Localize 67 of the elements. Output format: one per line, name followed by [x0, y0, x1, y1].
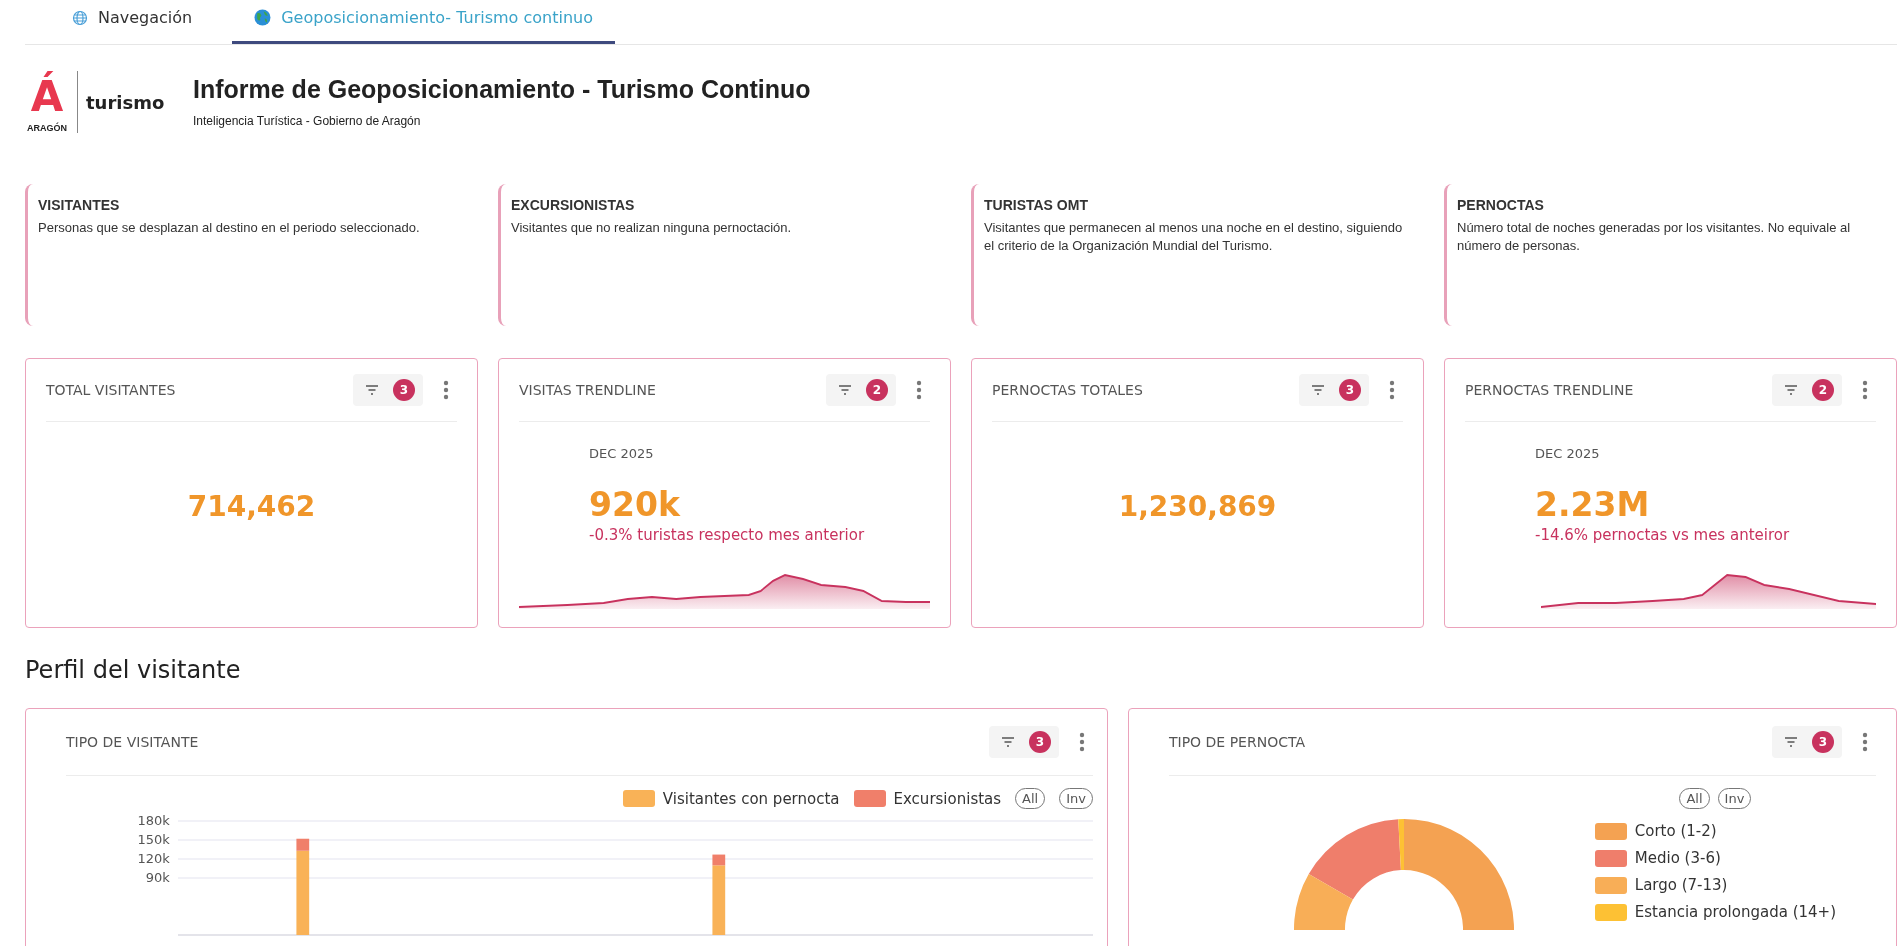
definition-text: Personas que se desplazan al destino en el periodo seleccionado.: [38, 219, 421, 237]
filter-icon: [1784, 384, 1798, 396]
section-title: Perfil del visitante: [25, 656, 242, 684]
card-title: TIPO DE PERNOCTA: [1169, 734, 1306, 750]
legend-label[interactable]: Corto (1-2): [1634, 822, 1717, 840]
more-options-icon[interactable]: [1079, 732, 1085, 752]
filter-button[interactable]: 3: [989, 726, 1059, 758]
kpi-value: 2.23M: [1535, 485, 1651, 524]
report-title: Informe de Geoposicionamiento - Turismo Continuo: [193, 75, 811, 104]
more-options-icon[interactable]: [1862, 380, 1868, 400]
filter-icon: [1311, 384, 1325, 396]
axis-tick-label: 180k: [137, 813, 170, 829]
more-options-icon[interactable]: [443, 380, 449, 400]
card-title: PERNOCTAS TOTALES: [992, 382, 1144, 398]
legend-toggle[interactable]: Inv: [1059, 788, 1093, 809]
definition-text: Visitantes que no realizan ninguna pernoctación.: [511, 219, 793, 237]
card-title: TOTAL VISITANTES: [46, 382, 177, 398]
definition-title: PERNOCTAS: [1457, 197, 1545, 213]
kpi-value: 714,462: [187, 490, 316, 523]
more-options-icon[interactable]: [1389, 380, 1395, 400]
filter-count-badge: 3: [1812, 731, 1834, 753]
filter-button[interactable]: 2: [1772, 374, 1842, 406]
filter-button[interactable]: 3: [1299, 374, 1369, 406]
card-title: TIPO DE VISITANTE: [66, 734, 200, 750]
report-subtitle: Inteligencia Turística - Gobierno de Aragón: [193, 114, 422, 128]
legend-label[interactable]: Visitantes con pernocta: [662, 789, 840, 808]
filter-button[interactable]: 2: [826, 374, 896, 406]
filter-count-badge: 3: [1339, 379, 1361, 401]
legend-toggle[interactable]: All: [1679, 788, 1710, 809]
definition-title: TURISTAS OMT: [984, 197, 1089, 213]
more-options-icon[interactable]: [1862, 732, 1868, 752]
filter-button[interactable]: 3: [1772, 726, 1842, 758]
filter-count-badge: 3: [393, 379, 415, 401]
filter-count-badge: 2: [1812, 379, 1834, 401]
kpi-value: 920k: [589, 485, 682, 524]
axis-tick-label: 120k: [137, 851, 170, 867]
legend-toggle[interactable]: All: [1015, 788, 1046, 809]
card-title: VISITAS TRENDLINE: [519, 382, 657, 398]
filter-count-badge: 2: [866, 379, 888, 401]
definition-text: Visitantes que permanecen al menos una noche en el destino, siguiendo el criterio de la Organización Mundial del Turismo.: [984, 219, 1404, 255]
card-title: PERNOCTAS TRENDLINE: [1465, 382, 1635, 398]
tab[interactable]: Navegación: [50, 0, 215, 44]
legend-label[interactable]: Medio (3-6): [1634, 849, 1721, 867]
more-options-icon[interactable]: [916, 380, 922, 400]
filter-icon: [365, 384, 379, 396]
globe-icon: [72, 9, 88, 26]
earth-icon: [254, 9, 272, 26]
axis-tick-label: 90k: [145, 870, 170, 886]
filter-icon: [838, 384, 852, 396]
legend-label[interactable]: Estancia prolongada (14+): [1634, 903, 1836, 921]
filter-icon: [1784, 736, 1798, 748]
definition-title: VISITANTES: [38, 197, 121, 213]
change-text: -0.3% turistas respecto mes anterior: [589, 526, 866, 544]
definition-text: Número total de noches generadas por los visitantes. No equivale al número de personas.: [1457, 219, 1852, 255]
logo-drawing: Á ARAGÓN turismo: [26, 70, 166, 135]
filter-button[interactable]: 3: [353, 374, 423, 406]
axis-tick-label: 150k: [137, 832, 170, 848]
filter-count-badge: 3: [1029, 731, 1051, 753]
period-label: DEC 2025: [1535, 446, 1601, 461]
period-label: DEC 2025: [589, 446, 655, 461]
kpi-value: 1,230,869: [1118, 490, 1277, 523]
filter-icon: [1001, 736, 1015, 748]
legend-label[interactable]: Largo (7-13): [1634, 876, 1728, 894]
change-text: -14.6% pernoctas vs mes anteiror: [1535, 526, 1791, 544]
definition-title: EXCURSIONISTAS: [511, 197, 636, 213]
legend-label[interactable]: Excursionistas: [893, 789, 1002, 808]
legend-toggle[interactable]: Inv: [1717, 788, 1752, 809]
